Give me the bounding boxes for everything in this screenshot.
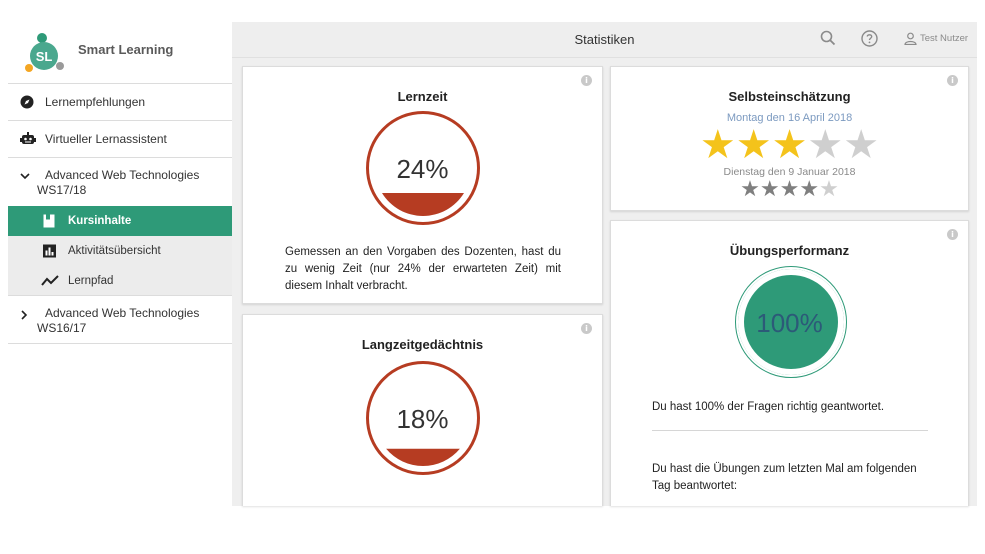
sidebar-item-lernassistent[interactable]: Virtueller Lernassistent (8, 121, 232, 158)
sidebar-subitem-kursinhalte[interactable]: Kursinhalte (8, 206, 232, 236)
search-icon[interactable] (820, 30, 836, 51)
info-icon[interactable]: i (581, 323, 592, 334)
star-filled-icon: ★ (759, 176, 780, 201)
star-rating: ★★★★★ (611, 125, 968, 165)
course-label: Advanced Web Technologies WS16/17 (37, 306, 215, 336)
sidebar-item-label: Virtueller Lernassistent (45, 132, 167, 146)
bar-chart-icon (43, 244, 56, 258)
sidebar-subitem-label: Kursinhalte (68, 215, 132, 227)
star-empty-icon: ★ (843, 123, 880, 167)
last-answered-text: Du hast die Übungen zum letzten Mal am f… (652, 463, 917, 492)
course-semester: WS17/18 (37, 183, 87, 197)
sidebar-course-ws1718[interactable]: Advanced Web Technologies WS17/18 (8, 158, 232, 206)
course-semester: WS16/17 (37, 321, 87, 335)
sidebar: SL Smart Learning Lernempfehlungen Virtu… (8, 22, 232, 506)
svg-text:SL: SL (36, 49, 53, 64)
card-selbsteinschaetzung: i Selbsteinschätzung Montag den 16 April… (610, 66, 969, 211)
sidebar-subitem-label: Lernpfad (68, 274, 114, 287)
star-rating: ★★★★★ (611, 178, 968, 200)
user-menu[interactable]: Test Nutzer (904, 32, 968, 45)
star-filled-icon: ★ (735, 123, 772, 167)
info-icon[interactable]: i (581, 75, 592, 86)
star-filled-icon: ★ (740, 176, 760, 201)
star-filled-icon: ★ (779, 176, 800, 201)
card-title: Langzeitgedächtnis (361, 337, 484, 352)
trend-line-icon (41, 274, 59, 287)
gauge-fill (386, 448, 460, 466)
smart-learning-logo: SL (25, 33, 64, 72)
card-title: Lernzeit (397, 89, 448, 104)
course-label: Advanced Web Technologies WS17/18 (37, 168, 215, 198)
card-title: Selbsteinschätzung (728, 89, 851, 104)
result-text: Du hast 100% der Fragen richtig geantwor… (652, 401, 885, 413)
info-icon[interactable]: i (947, 229, 958, 240)
sidebar-item-label: Lernempfehlungen (45, 95, 146, 109)
gauge-fill (382, 192, 464, 216)
chevron-down-icon (20, 172, 30, 180)
card-uebungsperformanz: i Übungsperformanz 100% Du hast 100% der… (610, 220, 969, 506)
sidebar-subitem-label: Aktivitätsübersicht (68, 245, 161, 257)
top-header: Statistiken Test Nutzer (232, 22, 977, 58)
app-name: Smart Learning (78, 42, 174, 57)
course-title: Advanced Web Technologies (45, 168, 200, 182)
course-title: Advanced Web Technologies (45, 306, 200, 320)
star-empty-icon: ★ (819, 176, 839, 201)
sidebar-item-lernempfehlungen[interactable]: Lernempfehlungen (8, 84, 232, 121)
star-filled-icon: ★ (771, 123, 808, 167)
card-title: Übungsperformanz (729, 243, 850, 258)
card-langzeitgedaechtnis: i Langzeitgedächtnis 18% (242, 314, 603, 506)
logo-area: SL Smart Learning (8, 22, 232, 84)
star-empty-icon: ★ (807, 123, 844, 167)
compass-icon (20, 95, 34, 109)
info-icon[interactable]: i (947, 75, 958, 86)
star-filled-icon: ★ (799, 176, 820, 201)
card-description: Gemessen an den Vorgaben des Dozenten, h… (285, 246, 561, 292)
chevron-right-icon (20, 310, 28, 320)
card-lernzeit: i Lernzeit 24% Gemessen an den Vorgaben … (242, 66, 603, 304)
sidebar-course-ws1617[interactable]: Advanced Web Technologies WS16/17 (8, 296, 232, 344)
gauge-value: 24% (396, 154, 449, 184)
help-icon[interactable] (861, 30, 878, 52)
main-content: i Lernzeit 24% Gemessen an den Vorgaben … (232, 58, 977, 506)
robot-icon (20, 132, 36, 146)
user-icon (904, 32, 917, 45)
star-filled-icon: ★ (699, 123, 736, 167)
sidebar-subitem-lernpfad[interactable]: Lernpfad (8, 266, 232, 296)
gauge-value: 18% (396, 404, 449, 434)
sidebar-subitem-aktivitaetsuebersicht[interactable]: Aktivitätsübersicht (8, 236, 232, 266)
gauge-value: 100% (756, 308, 823, 338)
divider (652, 430, 928, 431)
user-name: Test Nutzer (920, 33, 969, 44)
book-icon (43, 214, 55, 228)
